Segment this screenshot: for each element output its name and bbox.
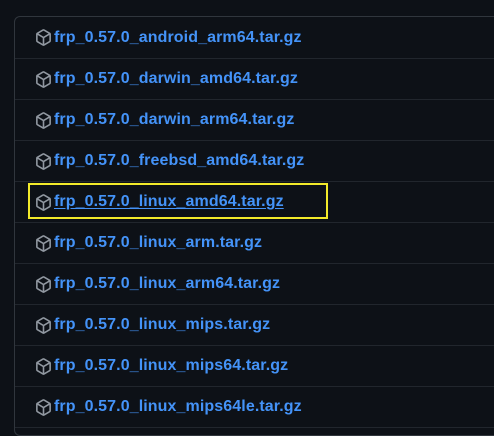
package-icon: [35, 29, 52, 46]
asset-link[interactable]: frp_0.57.0_android_arm64.tar.gz: [35, 29, 302, 47]
asset-name: frp_0.57.0_linux_mips.tar.gz: [54, 316, 271, 333]
package-icon: [35, 193, 52, 211]
asset-name: frp_0.57.0_android_arm64.tar.gz: [54, 28, 302, 46]
asset-row: frp_0.57.0_freebsd_amd64.tar.gz: [15, 141, 494, 182]
asset-link[interactable]: frp_0.57.0_linux_mips64.tar.gz: [35, 357, 288, 375]
asset-name: frp_0.57.0_linux_mips64le.tar.gz: [54, 398, 302, 415]
asset-name: frp_0.57.0_linux_amd64.tar.gz: [54, 193, 284, 210]
asset-link[interactable]: frp_0.57.0_darwin_amd64.tar.gz: [35, 70, 298, 88]
package-icon: [35, 357, 52, 375]
asset-link[interactable]: frp_0.57.0_darwin_arm64.tar.gz: [35, 111, 294, 129]
package-icon: [35, 152, 52, 170]
asset-row: frp_0.57.0_android_arm64.tar.gz: [15, 17, 494, 59]
asset-name: frp_0.57.0_darwin_arm64.tar.gz: [54, 111, 295, 128]
asset-row: frp_0.57.0_linux_mips.tar.gz: [15, 305, 494, 346]
asset-row: frp_0.57.0_darwin_arm64.tar.gz: [15, 100, 494, 141]
asset-link[interactable]: frp_0.57.0_linux_mips64le.tar.gz: [35, 398, 302, 416]
asset-name: frp_0.57.0_linux_arm64.tar.gz: [54, 275, 281, 292]
asset-row: frp_0.57.0_linux_mips64le.tar.gz: [15, 387, 494, 428]
asset-row: frp_0.57.0_linux_mips64.tar.gz: [15, 346, 494, 387]
asset-link[interactable]: frp_0.57.0_linux_amd64.tar.gz: [35, 193, 284, 211]
asset-link[interactable]: frp_0.57.0_linux_arm64.tar.gz: [35, 275, 280, 293]
asset-row-highlighted: frp_0.57.0_linux_amd64.tar.gz: [15, 182, 494, 223]
package-icon: [35, 398, 52, 416]
asset-name: frp_0.57.0_darwin_amd64.tar.gz: [54, 70, 298, 87]
asset-name: frp_0.57.0_linux_arm.tar.gz: [54, 234, 263, 251]
asset-link[interactable]: frp_0.57.0_linux_mips.tar.gz: [35, 316, 270, 334]
package-icon: [35, 111, 52, 129]
asset-name: frp_0.57.0_linux_mips64.tar.gz: [54, 357, 289, 374]
release-assets-list: frp_0.57.0_android_arm64.tar.gz frp_0.57…: [14, 16, 494, 436]
package-icon: [35, 275, 52, 293]
asset-row: frp_0.57.0_linux_arm.tar.gz: [15, 223, 494, 264]
asset-link[interactable]: frp_0.57.0_freebsd_amd64.tar.gz: [35, 152, 304, 170]
package-icon: [35, 234, 52, 252]
package-icon: [35, 316, 52, 334]
asset-row: frp_0.57.0_linux_arm64.tar.gz: [15, 264, 494, 305]
package-icon: [35, 70, 52, 88]
asset-link[interactable]: frp_0.57.0_linux_arm.tar.gz: [35, 234, 262, 252]
asset-name: frp_0.57.0_freebsd_amd64.tar.gz: [54, 152, 305, 169]
asset-row: frp_0.57.0_darwin_amd64.tar.gz: [15, 59, 494, 100]
